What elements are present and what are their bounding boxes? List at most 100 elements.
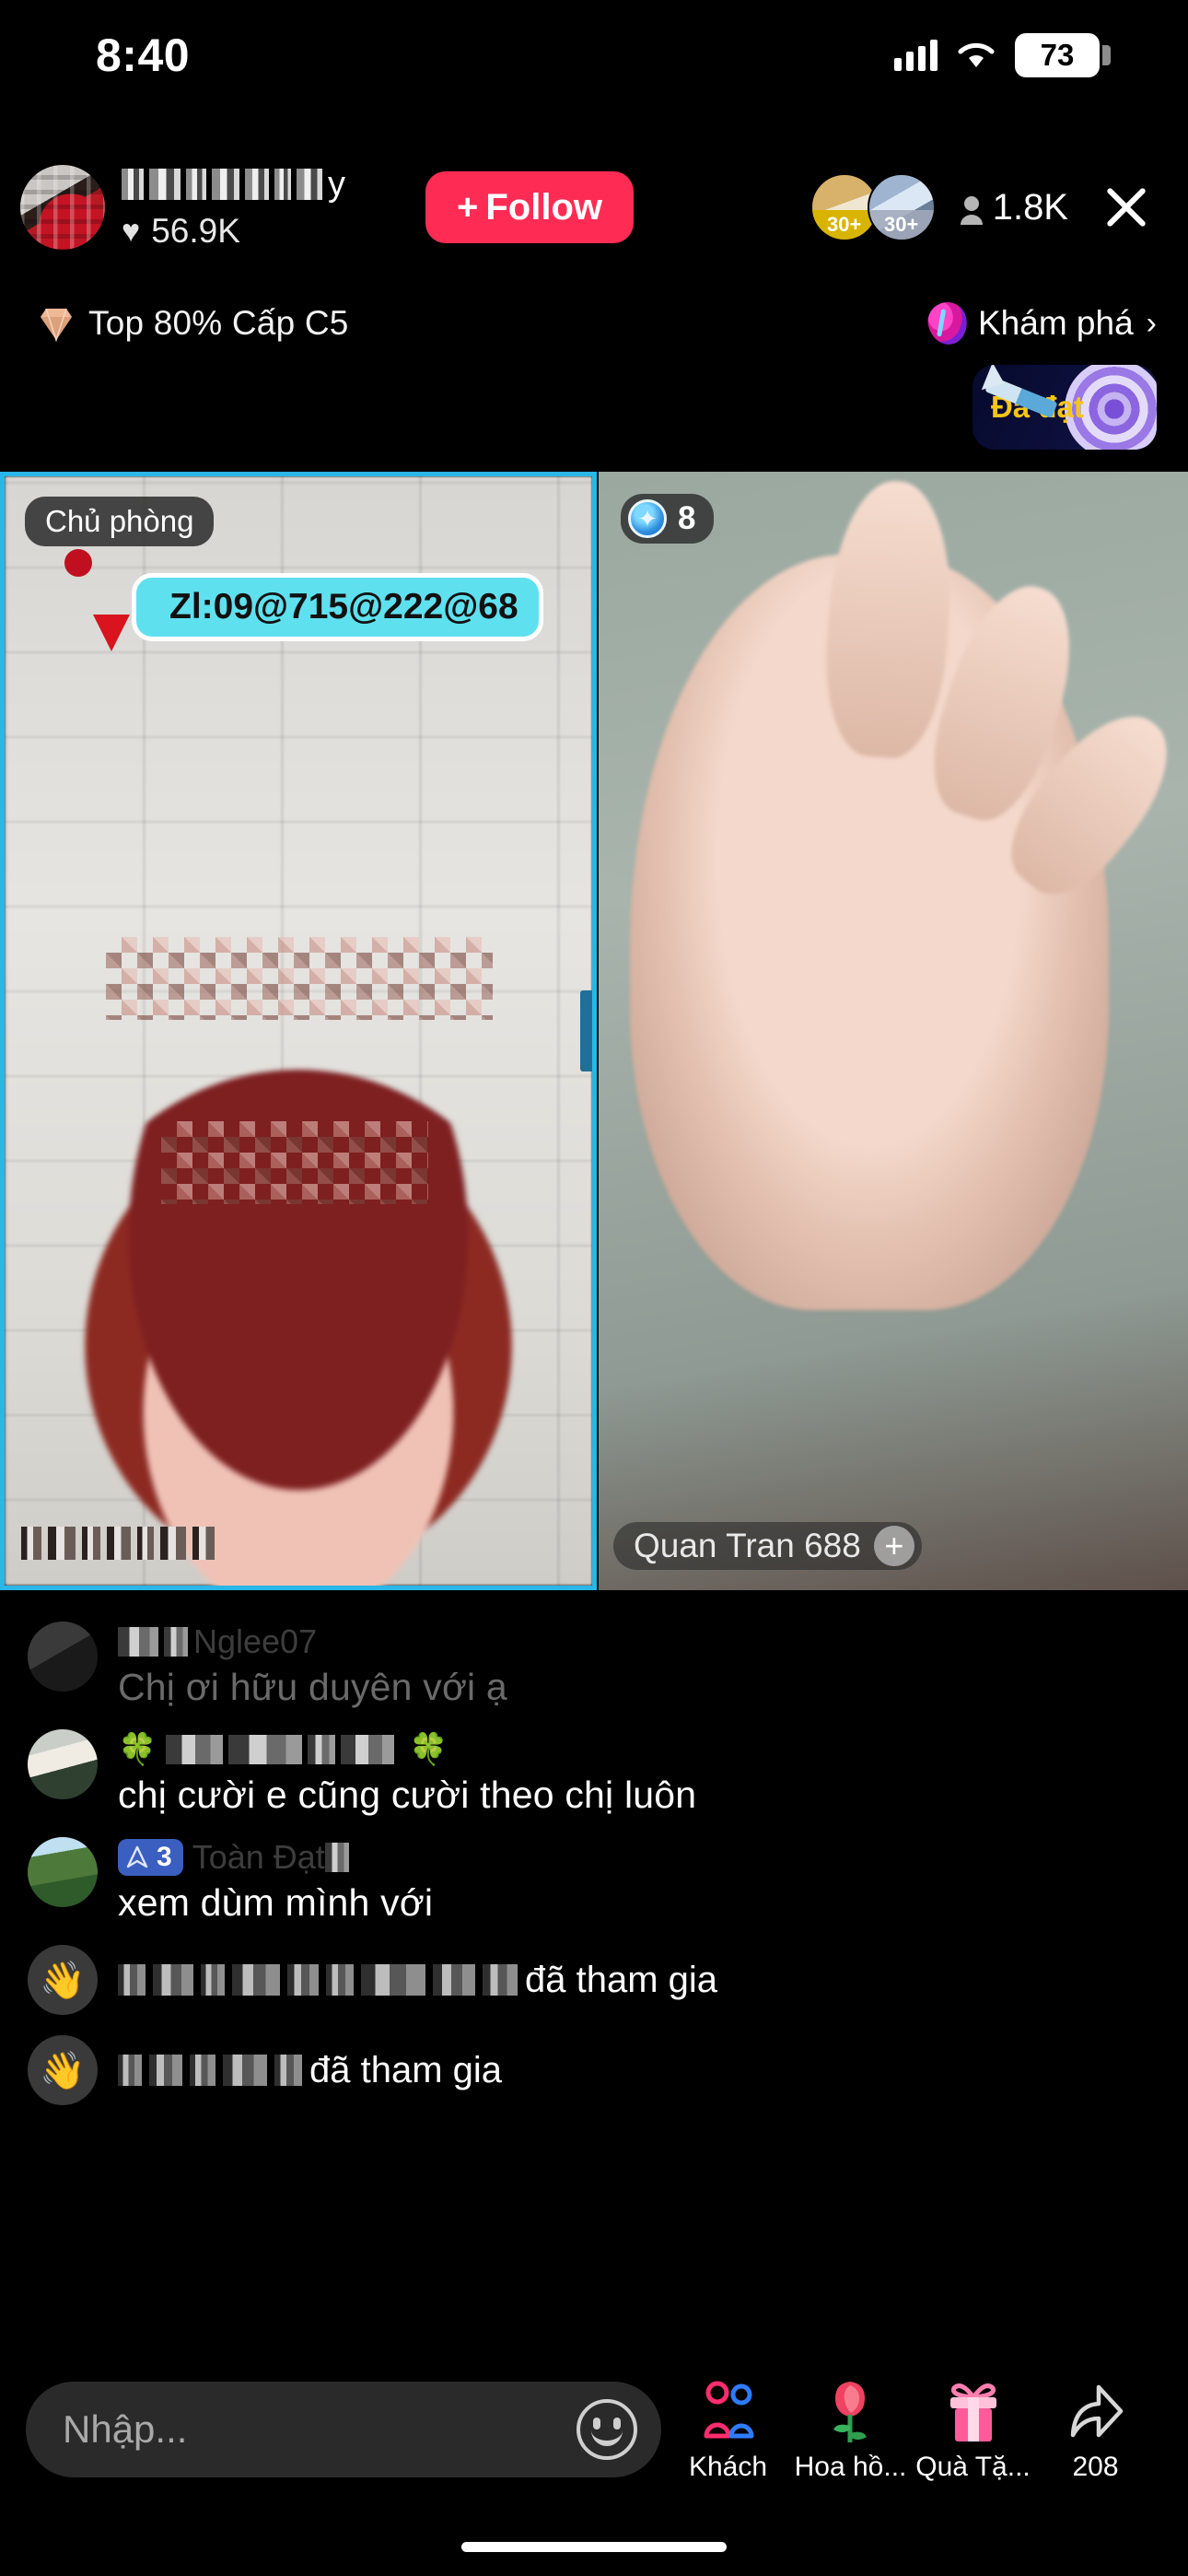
guest-count-badge[interactable]: ✦ 8 [621, 494, 715, 544]
avatar[interactable] [28, 1729, 98, 1799]
comment-header: Nglee07 [118, 1622, 1160, 1662]
pixelation-overlay-mouth [161, 1121, 428, 1204]
home-indicator [461, 2542, 727, 2552]
host-avatar[interactable] [20, 165, 105, 250]
list-item[interactable]: 👋 đã tham gia [28, 2035, 1160, 2105]
comment-header: 🍀 🍀 [118, 1729, 1160, 1770]
smiley-icon[interactable] [577, 2399, 637, 2460]
viewer-avatars[interactable]: 30+ 30+ [809, 173, 936, 241]
level-arrow-icon [126, 1845, 148, 1868]
avatar[interactable] [28, 1622, 98, 1692]
rank-row: Top 80% Cấp C5 Khám phá › [0, 293, 1188, 354]
plus-icon: + [457, 186, 479, 228]
battery-indicator: 73 [1015, 33, 1111, 77]
follow-label: Follow [485, 186, 602, 228]
status-indicators: 73 [894, 33, 1111, 77]
join-message: đã tham gia [118, 1960, 717, 2001]
status-bar: 8:40 73 [0, 0, 1188, 111]
comment-input-wrapper[interactable]: Nhập... [26, 2382, 661, 2477]
clover-icon: 🍀 [409, 1732, 448, 1767]
gem-icon [37, 305, 76, 343]
rank-text: Top 80% Cấp C5 [88, 304, 349, 342]
guest-username: Quan Tran 688 [634, 1527, 861, 1564]
chevron-right-icon: › [1146, 305, 1157, 341]
close-icon[interactable] [1101, 182, 1151, 232]
guests-button[interactable]: Khách [669, 2376, 788, 2483]
level-value: 3 [157, 1842, 172, 1872]
guest-video-username-row[interactable]: Quan Tran 688 + [613, 1522, 922, 1570]
rose-button[interactable]: Hoa hồ... [791, 2376, 911, 2483]
host-role-badge: Chủ phòng [25, 497, 215, 546]
viewer-avatar-2[interactable]: 30+ [867, 173, 936, 241]
search-input[interactable]: Nhập... [63, 2407, 577, 2452]
bottom-toolbar: Nhập... Khách Hoa hồ... Quà Tặ... 208 [0, 2370, 1188, 2489]
host-likes: ♥ 56.9K [122, 212, 425, 251]
comment-body: 🍀 🍀 chị cười e cũng cười theo chị luôn [118, 1729, 1160, 1817]
share-icon [1066, 2376, 1126, 2446]
live-stream-screen: 8:40 73 y ♥ 56.9K + Follow 30+ 30+ 1.8K … [0, 0, 1188, 2576]
action-buttons: Khách Hoa hồ... Quà Tặ... 208 [661, 2376, 1162, 2483]
follow-button[interactable]: + Follow [425, 171, 634, 243]
viewer-count[interactable]: 1.8K [960, 187, 1068, 228]
comment-header: 3 Toàn Đạt [118, 1837, 1160, 1878]
status-badge: 3 [118, 1839, 183, 1876]
guests-label: Khách [688, 2452, 768, 2482]
host-name[interactable]: y [122, 164, 425, 205]
status-time: 8:40 [96, 29, 191, 81]
list-item[interactable]: Nglee07 Chị ơi hữu duyên với ạ [28, 1622, 1160, 1709]
comment-text: chị cười e cũng cười theo chị luôn [118, 1774, 697, 1816]
header-right-group: 30+ 30+ 1.8K [809, 173, 1151, 241]
clover-icon: 🍀 [118, 1732, 157, 1767]
host-video-username [21, 1525, 221, 1562]
guest-video-panel[interactable]: ✦ 8 Quan Tran 688 + [599, 472, 1188, 1590]
share-count: 208 [1072, 2452, 1119, 2482]
comment-author-name: Nglee07 [193, 1622, 318, 1660]
list-item[interactable]: 🍀 🍀 chị cười e cũng cười theo chị luôn [28, 1729, 1160, 1817]
viewer-count-value: 1.8K [992, 186, 1068, 228]
comment-author [166, 1730, 400, 1769]
location-overlay: Zl:09@715@222@68 [78, 563, 543, 651]
viewer-avatar-2-badge: 30+ [868, 210, 934, 240]
comment-text: Chị ơi hữu duyên với ạ [118, 1666, 507, 1708]
join-message-suffix: đã tham gia [525, 1959, 718, 2000]
gift-label: Quà Tặ... [915, 2452, 1031, 2482]
viewer-avatar-1-badge: 30+ [811, 210, 877, 240]
host-meta: y ♥ 56.9K [122, 164, 425, 251]
map-pin-icon [78, 563, 145, 651]
guest-count-value: 8 [678, 500, 696, 536]
wifi-icon [956, 40, 996, 71]
comment-text: xem dùm mình với [118, 1881, 434, 1924]
explore-label: Khám phá [978, 304, 1134, 342]
join-message: đã tham gia [118, 2050, 502, 2091]
achievement-badge[interactable]: Đã đạt [973, 365, 1157, 450]
location-text: Zl:09@715@222@68 [132, 573, 543, 641]
avatar[interactable] [28, 1837, 98, 1907]
share-button[interactable]: 208 [1036, 2376, 1156, 2483]
split-resize-handle[interactable] [580, 990, 592, 1071]
gem-blue-icon: ✦ [628, 499, 667, 538]
comment-author: Toàn Đạt [192, 1838, 355, 1877]
comment-body: Nglee07 Chị ơi hữu duyên với ạ [118, 1622, 1160, 1709]
comment-body: 3 Toàn Đạt xem dùm mình với [118, 1837, 1160, 1925]
comment-author: Nglee07 [118, 1622, 317, 1661]
person-icon [960, 193, 984, 225]
list-item[interactable]: 3 Toàn Đạt xem dùm mình với [28, 1837, 1160, 1925]
comment-feed[interactable]: Nglee07 Chị ơi hữu duyên với ạ 🍀 🍀 chị c… [0, 1622, 1188, 2303]
gift-icon [941, 2376, 1006, 2446]
explore-icon [924, 299, 972, 348]
stream-header: y ♥ 56.9K + Follow 30+ 30+ 1.8K [0, 157, 1188, 258]
list-item[interactable]: 👋 đã tham gia [28, 1945, 1160, 2015]
host-video-panel[interactable]: Chủ phòng Zl:09@715@222@68 [0, 472, 597, 1590]
pixelation-overlay-eyes [106, 937, 493, 1020]
heart-icon: ♥ [122, 214, 141, 249]
gift-button[interactable]: Quà Tặ... [914, 2376, 1033, 2483]
comment-author-name: Toàn Đạt [192, 1838, 325, 1876]
plus-icon[interactable]: + [873, 1526, 914, 1566]
explore-link[interactable]: Khám phá › [924, 299, 1157, 348]
wave-hand-icon: 👋 [28, 2035, 98, 2105]
join-message-suffix: đã tham gia [309, 2049, 503, 2090]
host-name-tail: y [328, 164, 345, 204]
rose-icon [819, 2376, 883, 2446]
rose-label: Hoa hồ... [794, 2452, 907, 2482]
wave-hand-icon: 👋 [28, 1945, 98, 2015]
